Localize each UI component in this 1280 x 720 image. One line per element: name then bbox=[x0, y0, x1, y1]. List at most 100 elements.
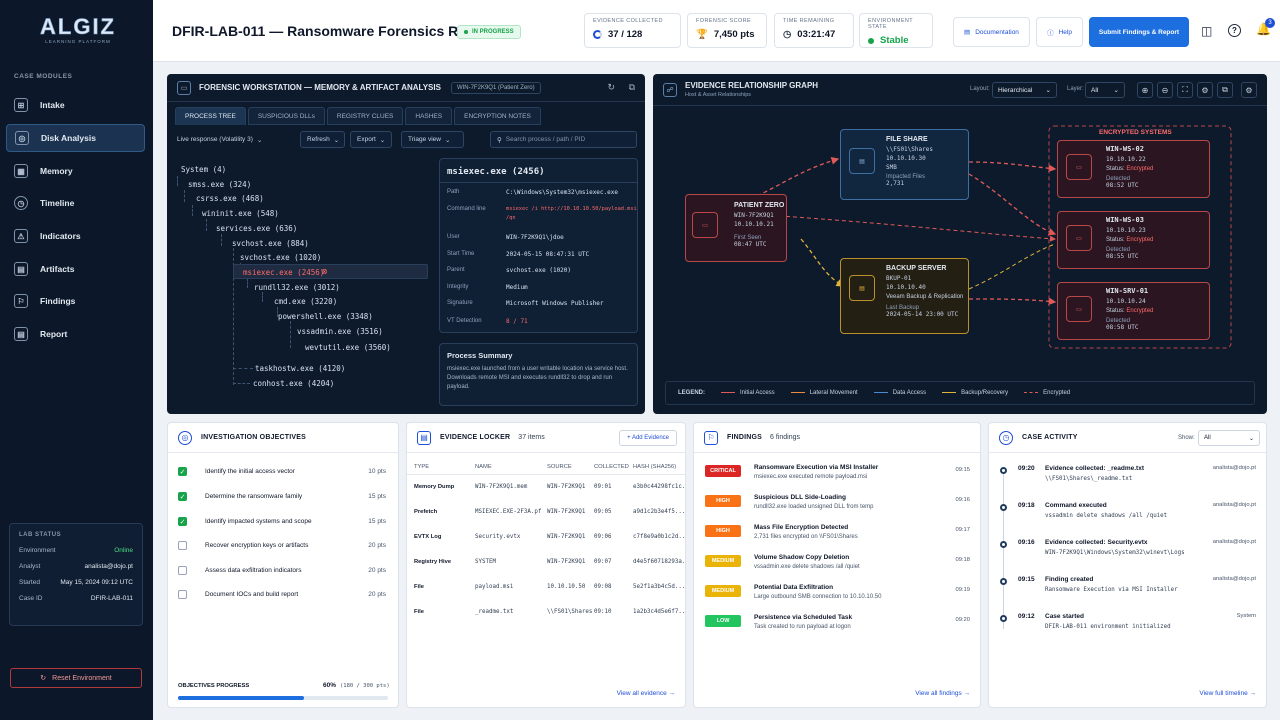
finding-title[interactable]: Potential Data Exfiltration bbox=[754, 584, 833, 591]
add-evidence-button[interactable]: + Add Evidence bbox=[619, 430, 677, 446]
checkbox-checked[interactable]: ✓ bbox=[178, 517, 187, 526]
detail-value: 8 / 71 bbox=[506, 318, 528, 325]
refresh-button[interactable]: Refresh ⌄ bbox=[300, 131, 345, 148]
objective-item[interactable]: ✓ Identify the initial access vector 10 pt… bbox=[178, 467, 386, 476]
tab-encryption-notes[interactable]: ENCRYPTION NOTES bbox=[454, 107, 541, 125]
refresh-icon[interactable]: ↻ bbox=[607, 82, 615, 93]
process-node[interactable]: conhost.exe (4204) bbox=[253, 379, 334, 388]
help-label: Help bbox=[1058, 28, 1072, 36]
table-cell[interactable]: Security.evtx bbox=[475, 534, 520, 540]
sidebar-item-label: Timeline bbox=[40, 198, 75, 208]
process-node[interactable]: powershell.exe (3348) bbox=[278, 312, 373, 321]
process-node[interactable]: smss.exe (324) bbox=[188, 180, 251, 189]
findings-panel: ⚐ FINDINGS 6 findings CRITICAL Ransomware E… bbox=[693, 422, 981, 708]
finding-title[interactable]: Persistence via Scheduled Task bbox=[754, 614, 852, 621]
node-file-share[interactable]: ▤ FILE SHARE \\FS01\Shares 10.10.10.30 S… bbox=[840, 129, 969, 200]
sidebar-item-timeline[interactable]: ◷ Timeline bbox=[6, 189, 145, 217]
checkbox-unchecked[interactable] bbox=[178, 590, 187, 599]
tab-hashes[interactable]: HASHES bbox=[405, 107, 453, 125]
process-search-input[interactable]: ⚲ Search process / path / PID bbox=[490, 131, 637, 148]
finding-title[interactable]: Volume Shadow Copy Deletion bbox=[754, 554, 849, 561]
popout-icon[interactable]: ⧉ bbox=[629, 82, 635, 93]
target-icon: ◎ bbox=[178, 430, 192, 445]
documentation-button[interactable]: ▤ Documentation bbox=[953, 17, 1030, 47]
activity-description: vssadmin delete shadows /all /quiet bbox=[1045, 513, 1168, 519]
finding-title[interactable]: Mass File Encryption Detected bbox=[754, 524, 848, 531]
detail-label: Parent bbox=[447, 267, 465, 273]
process-node[interactable]: rundll32.exe (3012) bbox=[254, 283, 340, 292]
sidebar-item-intake[interactable]: ⊞ Intake bbox=[6, 91, 145, 119]
view-full-timeline-link[interactable]: View full timeline → bbox=[1199, 690, 1256, 697]
process-node[interactable]: services.exe (636) bbox=[216, 224, 297, 233]
computer-icon: ▭ bbox=[1066, 154, 1092, 180]
process-node-selected[interactable]: msiexec.exe (2456) bbox=[243, 268, 324, 277]
table-cell[interactable]: _readme.txt bbox=[475, 609, 513, 615]
tab-registry-clues[interactable]: REGISTRY CLUES bbox=[326, 107, 404, 125]
stat-label: TIME REMAINING bbox=[783, 18, 835, 24]
sidebar-item-memory[interactable]: ▦ Memory bbox=[6, 157, 145, 185]
process-node[interactable]: wininit.exe (548) bbox=[202, 209, 279, 218]
reset-environment-button[interactable]: ↻ Reset Environment bbox=[10, 668, 142, 688]
sidebar-item-label: Report bbox=[40, 329, 68, 339]
process-node[interactable]: vssadmin.exe (3516) bbox=[297, 327, 383, 336]
activity-title: Finding created bbox=[1045, 576, 1094, 583]
finding-title[interactable]: Ransomware Execution via MSI Installer bbox=[754, 464, 878, 471]
stat-value: Stable bbox=[880, 35, 909, 46]
node-win-ws-03[interactable]: ▭ WIN-WS-03 10.10.10.23 Status: Encrypte… bbox=[1057, 211, 1210, 269]
objective-item[interactable]: Document IOCs and build report 20 pts bbox=[178, 590, 386, 599]
node-backup-server[interactable]: ▤ BACKUP SERVER BKUP-01 10.10.10.40 Veea… bbox=[840, 258, 969, 334]
process-node[interactable]: taskhostw.exe (4120) bbox=[255, 364, 345, 373]
sidebar-item-report[interactable]: ▤ Report bbox=[6, 320, 145, 348]
triage-view-select[interactable]: Triage view ⌄ bbox=[401, 131, 464, 148]
artifacts-icon: ▤ bbox=[14, 262, 28, 276]
sidebar-item-disk-analysis[interactable]: ◎ Disk Analysis bbox=[6, 124, 145, 152]
node-win-srv-01[interactable]: ▭ WIN-SRV-01 10.10.10.24 Status: Encrypt… bbox=[1057, 282, 1210, 340]
help-circle-icon[interactable]: ? bbox=[1228, 24, 1241, 37]
checkbox-unchecked[interactable] bbox=[178, 566, 187, 575]
help-button[interactable]: ⓘ Help bbox=[1036, 17, 1083, 47]
table-row-type: Prefetch bbox=[414, 509, 438, 515]
detail-label: Command line bbox=[447, 206, 486, 212]
sidebar-item-artifacts[interactable]: ▤ Artifacts bbox=[6, 255, 145, 283]
view-all-findings-link[interactable]: View all findings → bbox=[915, 690, 970, 697]
export-button[interactable]: Export ⌄ bbox=[350, 131, 392, 148]
show-label: Show: bbox=[1178, 435, 1195, 441]
finding-title[interactable]: Suspicious DLL Side-Loading bbox=[754, 494, 846, 501]
workstation-title: FORENSIC WORKSTATION — MEMORY & ARTIFACT… bbox=[199, 83, 441, 92]
source-select[interactable]: Live response (Volatility 3) ⌄ bbox=[171, 131, 271, 148]
process-node[interactable]: svchost.exe (884) bbox=[232, 239, 309, 248]
book-icon[interactable]: ◫ bbox=[1201, 24, 1212, 38]
tab-process-tree[interactable]: PROCESS TREE bbox=[175, 107, 246, 125]
objective-item[interactable]: ✓ Determine the ransomware family 15 pts bbox=[178, 492, 386, 501]
objective-item[interactable]: Recover encryption keys or artifacts 20 p… bbox=[178, 541, 386, 550]
process-node[interactable]: csrss.exe (468) bbox=[196, 194, 264, 203]
sidebar-item-findings[interactable]: ⚐ Findings bbox=[6, 287, 145, 315]
objective-item[interactable]: Assess data exfiltration indicators 20 pt… bbox=[178, 566, 386, 575]
sidebar-item-indicators[interactable]: ⚠ Indicators bbox=[6, 222, 145, 250]
view-all-evidence-link[interactable]: View all evidence → bbox=[617, 690, 675, 697]
node-patient-zero[interactable]: ▭ PATIENT ZERO WIN-7F2K9Q1 10.10.10.21 F… bbox=[685, 194, 787, 262]
table-cell[interactable]: WIN-7F2K9Q1.mem bbox=[475, 484, 527, 490]
sidebar-item-label: Intake bbox=[40, 100, 65, 110]
checkbox-checked[interactable]: ✓ bbox=[178, 467, 187, 476]
process-node[interactable]: System (4) bbox=[181, 165, 226, 174]
node-ip: 10.10.10.23 bbox=[1106, 227, 1146, 234]
node-ip: 10.10.10.21 bbox=[734, 221, 774, 228]
objectives-progress-pts: (180 / 300 pts) bbox=[340, 683, 390, 689]
checkbox-checked[interactable]: ✓ bbox=[178, 492, 187, 501]
table-cell[interactable]: payload.msi bbox=[475, 584, 513, 590]
node-win-ws-02[interactable]: ▭ WIN-WS-02 10.10.10.22 Status: Encrypte… bbox=[1057, 140, 1210, 198]
process-node[interactable]: wevtutil.exe (3560) bbox=[305, 343, 391, 352]
submit-findings-button[interactable]: Submit Findings & Report bbox=[1089, 17, 1189, 47]
process-node[interactable]: cmd.exe (3220) bbox=[274, 297, 337, 306]
process-node[interactable]: svchost.exe (1020) bbox=[240, 253, 321, 262]
clock-icon: ◷ bbox=[14, 196, 28, 210]
tab-suspicious-dlls[interactable]: SUSPICIOUS DLLs bbox=[247, 107, 325, 125]
node-title: PATIENT ZERO bbox=[734, 202, 785, 209]
show-filter-select[interactable]: All ⌄ bbox=[1198, 430, 1260, 446]
checkbox-unchecked[interactable] bbox=[178, 541, 187, 550]
status-badge: IN PROGRESS bbox=[457, 25, 521, 39]
objective-item[interactable]: ✓ Identify impacted systems and scope 15 p… bbox=[178, 517, 386, 526]
table-cell[interactable]: MSIEXEC.EXE-2F3A.pf bbox=[475, 509, 541, 515]
table-cell[interactable]: SYSTEM bbox=[475, 559, 496, 565]
